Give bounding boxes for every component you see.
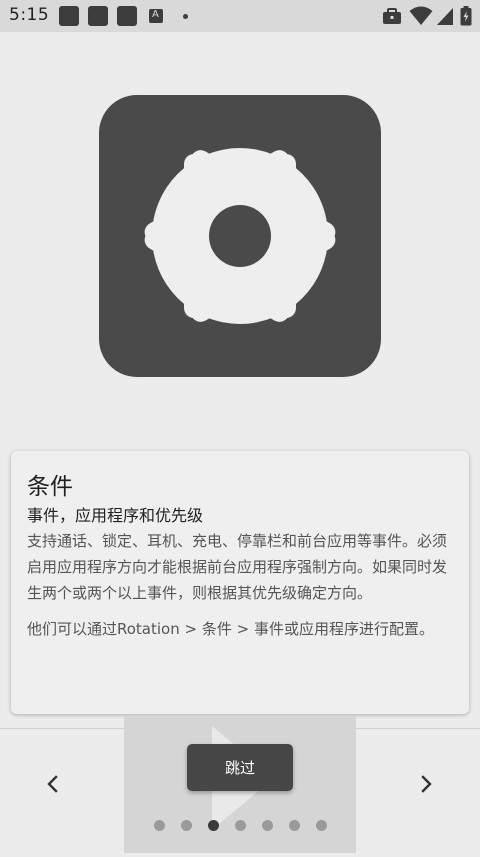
chevron-right-icon [421, 775, 432, 793]
page-dot[interactable] [262, 820, 273, 831]
info-card: 条件 事件，应用程序和优先级 支持通话、锁定、耳机、充电、停靠栏和前台应用等事件… [11, 451, 469, 714]
settings-gear-icon [144, 148, 336, 324]
page-dot[interactable] [289, 820, 300, 831]
signal-icon [437, 8, 453, 25]
notification-icon [117, 6, 137, 26]
work-briefcase-icon [383, 8, 401, 24]
status-bar: 5:15 [0, 0, 480, 32]
card-paragraph: 他们可以通过Rotation > 条件 > 事件或应用程序进行配置。 [27, 620, 434, 638]
chevron-left-icon [47, 775, 58, 793]
page-dot[interactable] [181, 820, 192, 831]
card-subtitle: 事件，应用程序和优先级 [27, 506, 204, 525]
notification-icon [59, 6, 79, 26]
wifi-icon [409, 6, 433, 25]
page-dot[interactable] [316, 820, 327, 831]
card-body: 支持通话、锁定、耳机、充电、停靠栏和前台应用等事件。必须启用应用程序方向才能根据… [27, 528, 457, 642]
skip-button[interactable]: 跳过 [187, 744, 293, 791]
page-dot[interactable] [208, 820, 219, 831]
page-indicator [154, 820, 327, 832]
notification-icon [88, 6, 108, 26]
next-button[interactable] [412, 770, 440, 798]
page-dot[interactable] [235, 820, 246, 831]
hero-icon-tile [99, 95, 381, 377]
font-icon [149, 9, 163, 23]
card-paragraph: 支持通话、锁定、耳机、充电、停靠栏和前台应用等事件。必须启用应用程序方向才能根据… [27, 532, 448, 602]
battery-charging-icon [460, 6, 472, 26]
page-dot[interactable] [154, 820, 165, 831]
dot-icon [183, 14, 188, 19]
previous-button[interactable] [39, 770, 67, 798]
status-time: 5:15 [9, 5, 50, 25]
card-title: 条件 [27, 474, 73, 500]
